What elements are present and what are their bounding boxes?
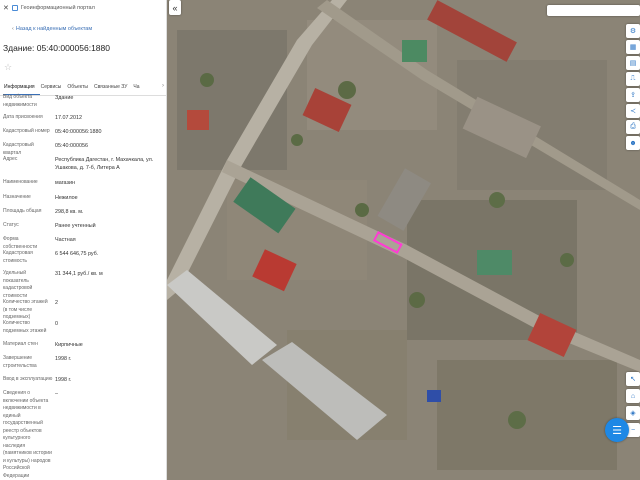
attribute-label: Кадастровый квартал xyxy=(3,142,34,156)
info-icon[interactable]: ▦ xyxy=(626,40,640,54)
attribute-label: Наименование xyxy=(3,179,38,185)
attribute-label: Площадь общая xyxy=(3,208,42,214)
back-arrow-icon: ‹ xyxy=(12,26,14,32)
attribute-value: Частная xyxy=(55,237,76,243)
attribute-value: 1998 г. xyxy=(55,377,72,383)
attribute-label: Форма собственности xyxy=(3,236,38,250)
map-toolbar: ⚙ ▦ ▤ ⎍ ⇪ ≺ ⎙ ☻ xyxy=(626,24,640,150)
attribute-value: Нежилое xyxy=(55,195,78,201)
attribute-label: Количество этажей (в том числе подземных… xyxy=(3,299,48,320)
attribute-value: 298,8 кв. м. xyxy=(55,209,84,215)
attribute-value: 05:40:000056:1880 xyxy=(55,129,102,135)
attribute-label: Ввод в эксплуатацию xyxy=(3,376,53,382)
attribute-value: 31 344,1 руб./ кв. м xyxy=(55,271,103,277)
print-icon[interactable]: ⎙ xyxy=(626,120,640,134)
attribute-value: Кирпичные xyxy=(55,342,83,348)
cursor-icon[interactable]: ↖ xyxy=(626,372,640,386)
attribute-label: Назначение xyxy=(3,194,31,200)
attribute-value: Республика Дагестан, г. Махачкала, ул. У… xyxy=(55,157,154,172)
attribute-value: Здание xyxy=(55,95,74,101)
ruler-icon[interactable]: ⎍ xyxy=(626,72,640,86)
share-icon[interactable]: ≺ xyxy=(626,104,640,118)
attribute-label: Кадастровая стоимость xyxy=(3,250,33,264)
attribute-value: 0 xyxy=(55,321,58,327)
favorite-star-icon[interactable]: ☆ xyxy=(0,56,166,82)
attribute-value: 6 544 646,75 руб. xyxy=(55,251,99,257)
map-search-input[interactable] xyxy=(547,5,640,16)
portal-logo-icon xyxy=(11,5,18,11)
map-imagery xyxy=(167,0,640,480)
collapse-panel-button[interactable]: « xyxy=(169,0,181,15)
attribute-label: Адрес xyxy=(3,156,18,162)
attribute-label: Сведения о включении объекта недвижимост… xyxy=(3,390,52,479)
attribute-label: Кадастровый номер xyxy=(3,128,50,134)
attribute-value: Ранее учтенный xyxy=(55,223,96,229)
layers-icon[interactable]: ⚙ xyxy=(626,24,640,38)
tab-scroll-right-icon[interactable]: › xyxy=(162,83,164,89)
panel-topbar: ✕ Геоинформационный портал xyxy=(0,0,166,16)
measure-icon[interactable]: ▤ xyxy=(626,56,640,70)
attribute-value: – xyxy=(55,391,58,397)
compass-icon[interactable]: ◈ xyxy=(626,406,640,420)
attribute-value: магазин xyxy=(55,180,75,186)
attribute-label: Удельный показатель кадастровой стоимост… xyxy=(3,270,33,299)
back-link-label: Назад к найденным объектам xyxy=(15,26,93,32)
back-link[interactable]: ‹ Назад к найденным объектам xyxy=(0,16,166,38)
attribute-label: Вид объекта недвижимости xyxy=(3,94,37,108)
home-icon[interactable]: ⌂ xyxy=(626,389,640,403)
attribute-value: 17.07.2012 xyxy=(55,115,82,121)
portal-title: Геоинформационный портал xyxy=(20,5,95,11)
user-icon[interactable]: ☻ xyxy=(626,136,640,150)
attribute-label: Завершение строительства xyxy=(3,355,37,369)
attribute-value: 2 xyxy=(55,300,58,306)
chat-icon: ☰ xyxy=(612,424,622,437)
attribute-label: Статус xyxy=(3,222,19,228)
attribute-value: 05:40:000056 xyxy=(55,143,88,149)
attribute-label: Материал стен xyxy=(3,341,38,347)
attribute-label: Дата присвоения xyxy=(3,114,43,120)
satellite-map[interactable]: « ⚙ ▦ ▤ ⎍ ⇪ ≺ ⎙ ☻ ↖ ⌂ ◈ − ☰ xyxy=(167,0,640,480)
info-panel: ✕ Геоинформационный портал ‹ Назад к найд… xyxy=(0,0,167,480)
chat-button[interactable]: ☰ xyxy=(605,418,629,442)
object-title: Здание: 05:40:000056:1880 xyxy=(3,43,110,53)
close-icon[interactable]: ✕ xyxy=(3,4,9,12)
attribute-label: Количество подземных этажей xyxy=(3,320,47,334)
attribute-value: 1998 г. xyxy=(55,356,72,362)
export-icon[interactable]: ⇪ xyxy=(626,88,640,102)
